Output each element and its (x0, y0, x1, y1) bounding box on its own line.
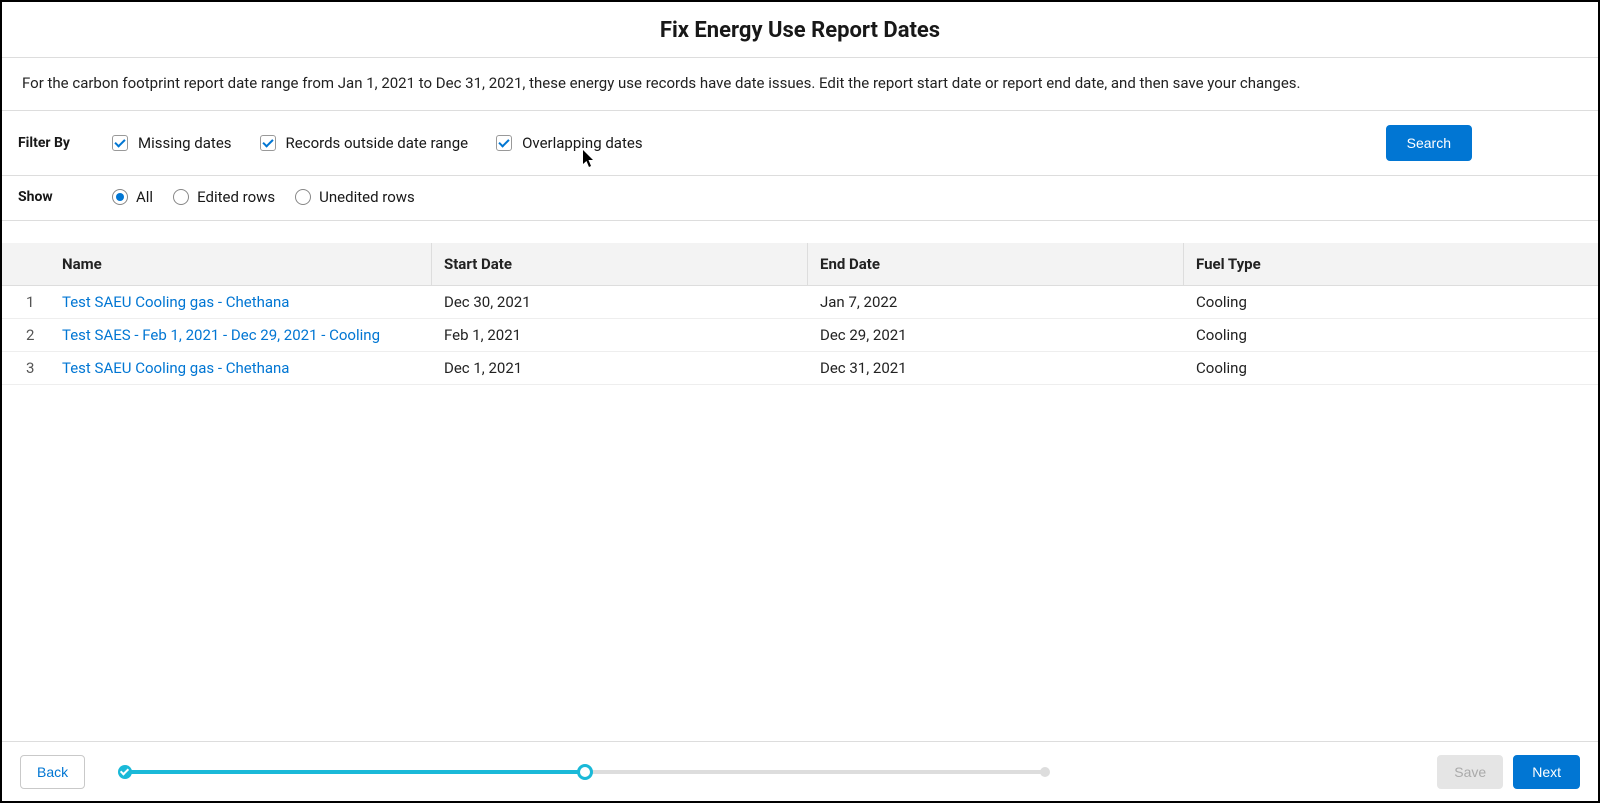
step-1-complete-icon (118, 765, 132, 779)
filter-row: Filter By Missing dates Records outside … (2, 111, 1598, 176)
table-row: 3 Test SAEU Cooling gas - Chethana Dec 1… (2, 352, 1598, 385)
checkbox-label: Records outside date range (286, 134, 469, 152)
next-button[interactable]: Next (1513, 755, 1580, 789)
row-number: 3 (2, 352, 62, 384)
row-end-date[interactable]: Dec 29, 2021 (808, 319, 1184, 351)
table-row: 2 Test SAES - Feb 1, 2021 - Dec 29, 2021… (2, 319, 1598, 352)
checkbox-missing-dates[interactable]: Missing dates (112, 134, 232, 152)
row-start-date[interactable]: Dec 30, 2021 (432, 286, 808, 318)
row-name-link[interactable]: Test SAEU Cooling gas - Chethana (62, 286, 432, 318)
row-fuel-type: Cooling (1184, 319, 1598, 351)
checkbox-icon[interactable] (112, 135, 128, 151)
filter-checkbox-group: Missing dates Records outside date range… (112, 134, 1362, 152)
show-label: Show (18, 189, 88, 205)
radio-icon[interactable] (112, 189, 128, 205)
table-header-row: Name Start Date End Date Fuel Type (2, 243, 1598, 286)
radio-edited-rows[interactable]: Edited rows (173, 188, 275, 206)
filter-by-label: Filter By (18, 135, 88, 151)
radio-label: Edited rows (197, 188, 275, 206)
radio-unedited-rows[interactable]: Unedited rows (295, 188, 415, 206)
show-radio-group: All Edited rows Unedited rows (112, 188, 415, 206)
page-title: Fix Energy Use Report Dates (2, 18, 1598, 43)
checkbox-overlapping-dates[interactable]: Overlapping dates (496, 134, 642, 152)
instructions-text: For the carbon footprint report date ran… (2, 58, 1598, 111)
row-end-date[interactable]: Dec 31, 2021 (808, 352, 1184, 384)
search-button[interactable]: Search (1386, 125, 1472, 161)
footer-bar: Back Save Next (2, 741, 1598, 801)
radio-label: Unedited rows (319, 188, 415, 206)
progress-fill (125, 770, 585, 774)
row-end-date[interactable]: Jan 7, 2022 (808, 286, 1184, 318)
row-fuel-type: Cooling (1184, 352, 1598, 384)
step-3-upcoming-icon (1040, 767, 1050, 777)
data-table: Name Start Date End Date Fuel Type 1 Tes… (2, 221, 1598, 385)
checkbox-icon[interactable] (496, 135, 512, 151)
checkbox-label: Overlapping dates (522, 134, 642, 152)
show-row: Show All Edited rows Unedited rows (2, 176, 1598, 221)
col-header-num (2, 243, 62, 285)
radio-icon[interactable] (173, 189, 189, 205)
back-button[interactable]: Back (20, 755, 85, 789)
col-header-end-date[interactable]: End Date (808, 243, 1184, 285)
step-2-current-icon (577, 764, 593, 780)
row-number: 2 (2, 319, 62, 351)
col-header-name[interactable]: Name (62, 243, 432, 285)
row-name-link[interactable]: Test SAEU Cooling gas - Chethana (62, 352, 432, 384)
row-number: 1 (2, 286, 62, 318)
page-header: Fix Energy Use Report Dates (2, 2, 1598, 58)
checkbox-label: Missing dates (138, 134, 232, 152)
table-row: 1 Test SAEU Cooling gas - Chethana Dec 3… (2, 286, 1598, 319)
radio-label: All (136, 188, 153, 206)
col-header-fuel-type[interactable]: Fuel Type (1184, 243, 1598, 285)
save-button: Save (1437, 755, 1503, 789)
col-header-start-date[interactable]: Start Date (432, 243, 808, 285)
radio-icon[interactable] (295, 189, 311, 205)
row-start-date[interactable]: Dec 1, 2021 (432, 352, 808, 384)
checkbox-icon[interactable] (260, 135, 276, 151)
radio-all[interactable]: All (112, 188, 153, 206)
row-start-date[interactable]: Feb 1, 2021 (432, 319, 808, 351)
checkbox-records-outside[interactable]: Records outside date range (260, 134, 469, 152)
row-fuel-type: Cooling (1184, 286, 1598, 318)
progress-indicator (125, 770, 1045, 774)
row-name-link[interactable]: Test SAES - Feb 1, 2021 - Dec 29, 2021 -… (62, 319, 432, 351)
